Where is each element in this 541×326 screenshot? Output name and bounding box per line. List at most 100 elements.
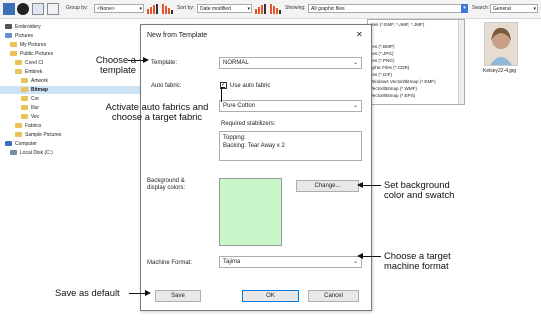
list-item[interactable]: Vector/Bitmap (*.EPS) xyxy=(370,93,415,98)
group-by-select[interactable]: <None> ▾ xyxy=(94,4,144,13)
callout-save-default: Save as default xyxy=(55,288,120,298)
image-thumbnail[interactable] xyxy=(484,22,518,66)
search-label: Search: xyxy=(472,5,490,11)
folder-icon xyxy=(21,114,28,120)
file-type-list[interactable]: ales (*.EMF, *.AMF, *.JMF) fles (*.BMP) … xyxy=(367,19,465,105)
folder-icon xyxy=(21,78,28,84)
tree-item-illur[interactable]: Illur xyxy=(21,104,39,112)
sort-by-label: Sort by: xyxy=(177,5,195,11)
close-icon[interactable]: ✕ xyxy=(356,30,363,39)
folder-icon xyxy=(15,123,22,129)
folder-icon xyxy=(21,87,28,93)
callout-arrow xyxy=(129,293,146,294)
list-view-icon[interactable] xyxy=(47,3,59,15)
view-toggle-icon[interactable] xyxy=(3,3,15,15)
tree-item-corel[interactable]: Corel Cl xyxy=(15,59,43,67)
sort-ascending-icon[interactable] xyxy=(146,4,160,14)
list-scrollbar[interactable] xyxy=(458,20,464,104)
grid-view-icon[interactable] xyxy=(32,3,44,15)
stabilizers-box: Topping: Backing: Tear Away x 2 xyxy=(219,131,362,161)
callout-text: template xyxy=(100,64,136,75)
toolbar: Group by: <None> ▾ Sort by: Date modified… xyxy=(0,0,541,19)
search-select[interactable]: General ▾ xyxy=(490,4,538,13)
save-button[interactable]: Save xyxy=(155,290,201,302)
info-icon[interactable] xyxy=(17,3,29,15)
callout-machine-format: Choose a target machine format xyxy=(384,251,451,271)
chevron-down-icon: ▾ xyxy=(533,6,536,12)
dialog-title: New from Template xyxy=(147,32,208,39)
group-by-label: Group by: xyxy=(66,5,88,11)
change-button[interactable]: Change... xyxy=(296,180,359,192)
cancel-button[interactable]: Cancel xyxy=(308,290,359,302)
auto-fabric-label: Auto fabric: xyxy=(151,83,182,89)
list-item[interactable]: aphic Files (*.CDR) xyxy=(370,65,409,70)
folder-icon xyxy=(21,105,28,111)
sort-order-icon[interactable] xyxy=(254,4,268,14)
callout-auto-fabric: Activate auto fabrics and choose a targe… xyxy=(87,102,227,122)
tree-item-computer[interactable]: Computer xyxy=(5,140,37,148)
fabric-select[interactable]: Pure Cotton ⌄ xyxy=(219,100,362,112)
list-item[interactable]: fles (*.BMP) xyxy=(370,44,395,49)
tree-item-fabrics[interactable]: Fabrics xyxy=(15,122,41,130)
list-item[interactable]: fles (*.DIF) xyxy=(370,72,392,77)
callout-text: color and swatch xyxy=(384,189,455,200)
chevron-down-icon: ⌄ xyxy=(352,103,358,109)
pictures-folder-icon xyxy=(5,33,12,39)
list-item[interactable]: ales (*.EMF, *.AMF, *.JMF) xyxy=(370,22,424,27)
callout-set-background: Set background color and swatch xyxy=(384,180,454,200)
tree-item-embroidery[interactable]: Embroidery xyxy=(5,23,41,31)
background-label-line2: display colors: xyxy=(147,185,186,191)
sort-by-select[interactable]: Date modified ▾ xyxy=(197,4,252,13)
ok-button[interactable]: OK xyxy=(242,290,299,302)
showing-label: Showing: xyxy=(285,5,306,11)
folder-icon xyxy=(10,42,17,48)
showing-select[interactable]: All graphic files ▾ xyxy=(308,4,468,13)
chevron-down-icon: ▾ xyxy=(139,6,142,12)
list-item[interactable]: Windows Vector/Bitmap (*.EMF) xyxy=(370,79,436,84)
folder-icon xyxy=(21,96,28,102)
background-label-line1: Background & xyxy=(147,178,185,184)
tree-item-cor[interactable]: Cor xyxy=(21,95,39,103)
template-select[interactable]: NORMAL ⌄ xyxy=(219,57,362,69)
sort-descending-icon[interactable] xyxy=(161,4,175,14)
callout-text: Save as default xyxy=(55,287,120,298)
tree-item-bitmap[interactable]: Bitmap xyxy=(0,86,140,94)
tree-item-local-disk[interactable]: Local Disk (C:) xyxy=(10,149,53,157)
disk-icon xyxy=(10,150,17,156)
callout-arrow xyxy=(362,185,381,186)
list-item[interactable]: fles (*.PNG) xyxy=(370,58,395,63)
tree-item-public-pictures[interactable]: Public Pictures xyxy=(10,50,53,58)
new-from-template-dialog: New from Template ✕ Template: NORMAL ⌄ Au… xyxy=(140,24,372,311)
tree-item-pictures[interactable]: Pictures xyxy=(5,32,33,40)
computer-icon xyxy=(5,141,12,147)
list-item[interactable]: Vector/Bitmap (*.WMF) xyxy=(370,86,417,91)
callout-choose-template: Choose a template xyxy=(84,55,136,75)
callout-text: choose a target fabric xyxy=(111,111,203,122)
thumbnail-caption: Kelsey22-4.jpg xyxy=(483,68,517,74)
arrowhead xyxy=(143,57,149,63)
list-item[interactable]: fles (*.JPG) xyxy=(370,51,393,56)
required-stabilizers-label: Required stabilizers: xyxy=(221,121,276,127)
chevron-down-icon: ▾ xyxy=(461,4,468,13)
tree-item-sample-pictures[interactable]: Sample Pictures xyxy=(15,131,61,139)
tree-item-artwork[interactable]: Artwork xyxy=(21,77,48,85)
folder-icon xyxy=(15,132,22,138)
callout-text: machine format xyxy=(384,260,449,271)
arrowhead xyxy=(357,253,363,259)
use-auto-fabric-label: Use auto fabric xyxy=(230,83,271,89)
machine-format-select[interactable]: Tajima ⌄ xyxy=(219,256,362,268)
machine-format-label: Machine Format: xyxy=(147,260,193,266)
folder-icon xyxy=(15,60,22,66)
tree-item-my-pictures[interactable]: My Pictures xyxy=(10,41,46,49)
arrowhead xyxy=(145,290,151,296)
topping-text: Topping: xyxy=(223,135,246,141)
folder-icon xyxy=(15,69,22,75)
folder-icon xyxy=(10,51,17,57)
sort-reverse-icon[interactable] xyxy=(269,4,283,14)
chevron-down-icon: ⌄ xyxy=(352,60,358,66)
tree-item-vec[interactable]: Vec xyxy=(21,113,39,121)
callout-arrow xyxy=(362,256,381,257)
arrowhead xyxy=(357,182,363,188)
callout-line xyxy=(221,87,225,88)
tree-item-embrek[interactable]: Embrek xyxy=(15,68,42,76)
